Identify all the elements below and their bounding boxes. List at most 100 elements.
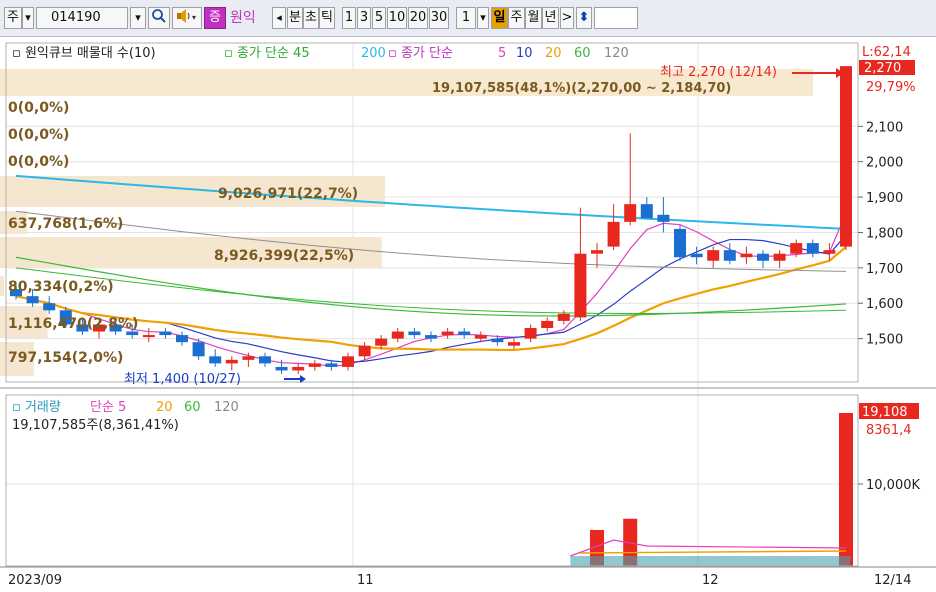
high-annotation: 최고 2,270 (12/14)	[660, 65, 777, 80]
price-legend-ma20: 20	[545, 46, 562, 61]
interval-30[interactable]: 30	[429, 7, 449, 29]
candle-body	[342, 356, 354, 367]
next-button[interactable]: >	[560, 7, 574, 29]
current-pct-label: 29,79%	[866, 80, 916, 95]
volume-profile-label: 637,768(1,6%)	[8, 216, 123, 232]
candle-body	[524, 328, 537, 339]
left-arrow-icon[interactable]: ◂	[272, 7, 286, 29]
tab-day[interactable]: 일	[491, 7, 508, 29]
volume-profile-label: 80,334(0,2%)	[8, 279, 114, 295]
candle-body	[674, 228, 686, 258]
candle-body	[176, 335, 188, 343]
volume-base-bars	[570, 556, 851, 566]
candle-body	[640, 204, 653, 219]
candle-body	[591, 250, 603, 254]
interval-3[interactable]: 3	[357, 7, 371, 29]
candle-body	[458, 331, 471, 336]
candle-body	[723, 250, 736, 261]
svg-text:▾: ▾	[192, 13, 196, 22]
chart-area[interactable]: ▫ 원익큐브 매물대 수(10) ▫ 종가 단순 45 200 ▫ 종가 단순 5 10 2…	[0, 37, 936, 592]
volume-legend-title: ▫ 거래량	[12, 400, 61, 415]
candle-body	[757, 253, 769, 261]
volume-current-label: 19,107,585주(8,361,41%)	[12, 418, 179, 433]
volume-axis-label: 10,000K	[866, 478, 920, 493]
volume-profile-bar	[0, 276, 4, 296]
candle-body	[259, 356, 271, 364]
price-legend-ma45: ▫ 종가 단순 45	[224, 46, 310, 61]
toolbar: 주 ▾ 014190 ▾ ▾ 증 원익 ◂ 분 초 틱 1 3 5 10 20 …	[0, 0, 936, 37]
search-icon[interactable]	[148, 7, 170, 29]
volume-current-axis-label: 19,108	[862, 405, 908, 420]
up-down-arrow-icon[interactable]: ⬍	[576, 7, 592, 29]
price-legend-ma120: 120	[604, 46, 629, 61]
candle-body	[308, 363, 321, 367]
price-axis-label: 1,700	[866, 262, 903, 277]
extra-input[interactable]	[594, 7, 638, 29]
interval-20[interactable]: 20	[408, 7, 428, 29]
volume-legend-ma120: 120	[214, 400, 239, 415]
volume-profile-label: 797,154(2,0%)	[8, 350, 123, 366]
code-dropdown-icon[interactable]: ▾	[130, 7, 146, 29]
candle-body	[225, 359, 238, 364]
candle-body	[209, 356, 222, 364]
candle-body	[192, 342, 205, 357]
volume-legend-ma60: 60	[184, 400, 201, 415]
volume-profile-label: 0(0,0%)	[8, 127, 69, 143]
candle-body	[557, 313, 570, 321]
stock-name[interactable]: 원익	[230, 7, 256, 29]
price-axis-top-label: L:62,14	[862, 45, 911, 60]
top-box-label: 19,107,585(48,1%)(2,270,00 ~ 2,184,70)	[432, 81, 731, 96]
tab-year[interactable]: 년	[542, 7, 559, 29]
candle-body	[43, 303, 56, 311]
candle-body	[541, 320, 554, 328]
volume-profile-label: 1,116,470(2,8%)	[8, 316, 138, 332]
volume-profile-label: 0(0,0%)	[8, 100, 69, 116]
candle-body	[292, 366, 305, 371]
candle-body	[425, 335, 437, 339]
candle-body	[242, 356, 255, 360]
candle-body	[441, 331, 454, 336]
volume-profile-label: 0(0,0%)	[8, 154, 69, 170]
candle-body	[840, 66, 852, 247]
price-axis-label: 1,600	[866, 297, 903, 312]
candle-body	[408, 331, 421, 336]
market-dropdown-icon[interactable]: ▾	[22, 7, 34, 29]
price-axis-label: 1,500	[866, 333, 903, 348]
candle-body	[657, 214, 670, 222]
candle-body	[391, 331, 404, 339]
tab-tick[interactable]: 틱	[319, 7, 335, 29]
price-axis-label: 2,000	[866, 156, 903, 171]
price-axis-label: 1,800	[866, 226, 903, 241]
date-label-dec: 12	[702, 573, 719, 588]
tab-week[interactable]: 주	[508, 7, 525, 29]
speaker-icon[interactable]: ▾	[172, 7, 202, 29]
candle-body	[740, 253, 753, 258]
current-price-label: 2,270	[864, 61, 901, 76]
candle-body	[26, 296, 39, 304]
volume-legend-ma5: 단순 5	[90, 400, 126, 415]
candle-body	[574, 253, 587, 318]
candle-body	[823, 250, 836, 254]
market-selector[interactable]: 주	[4, 7, 22, 29]
tab-minute[interactable]: 분	[287, 7, 303, 29]
volume-bar	[839, 413, 853, 566]
interval-1[interactable]: 1	[342, 7, 356, 29]
price-legend-ma10: 10	[516, 46, 533, 61]
candle-body	[508, 342, 520, 346]
period-input[interactable]: 1	[456, 7, 476, 29]
price-legend-ma60: 60	[574, 46, 591, 61]
date-label-nov: 11	[357, 573, 374, 588]
candle-body	[159, 331, 172, 336]
candle-body	[624, 204, 637, 222]
tab-second[interactable]: 초	[303, 7, 319, 29]
candle-body	[126, 331, 139, 336]
tab-month[interactable]: 월	[525, 7, 542, 29]
interval-10[interactable]: 10	[387, 7, 407, 29]
interval-5[interactable]: 5	[372, 7, 386, 29]
period-dropdown-icon[interactable]: ▾	[477, 7, 489, 29]
volume-profile-label: 8,926,399(22,5%)	[214, 248, 354, 264]
date-label-start: 2023/09	[8, 573, 62, 588]
code-input[interactable]: 014190	[36, 7, 128, 29]
low-annotation: 최저 1,400 (10/27)	[124, 372, 241, 387]
price-legend-close: ▫ 종가 단순	[388, 46, 453, 61]
